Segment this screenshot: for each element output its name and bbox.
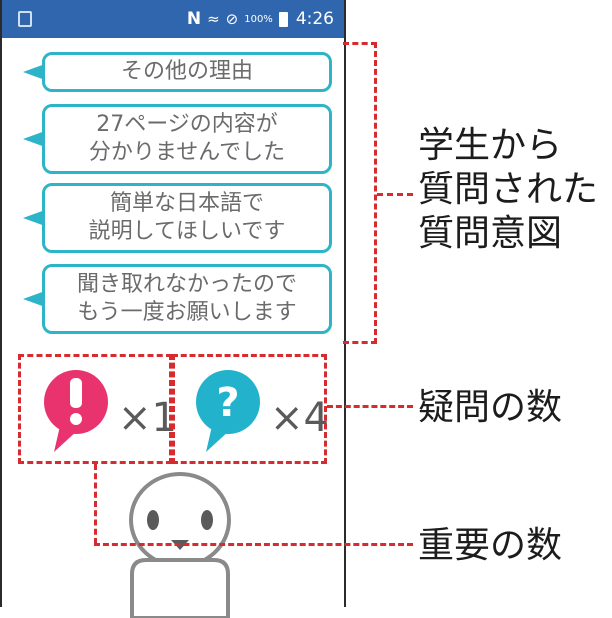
question-highlight xyxy=(172,354,327,464)
bubble-line: 聞き取れなかったので xyxy=(76,272,297,297)
bubble-tail xyxy=(23,64,45,80)
important-highlight xyxy=(18,354,172,464)
wifi-icon: ≈ xyxy=(207,10,220,28)
notification-icon xyxy=(18,11,32,27)
intent-connector xyxy=(377,193,413,196)
status-bar: N ≈ ⊘ 100% 4:26 xyxy=(2,0,344,38)
reason-bubble-other[interactable]: その他の理由 xyxy=(23,52,332,92)
battery-percent: 100% xyxy=(244,13,273,25)
phone-screen: N ≈ ⊘ 100% 4:26 その他の理由 27ページの内容が 分かりませんで… xyxy=(0,0,346,618)
question-count-annotation: 疑問の数 xyxy=(418,387,563,428)
important-count-annotation: 重要の数 xyxy=(418,525,563,566)
important-connector-vertical xyxy=(94,464,97,544)
bubble-line: もう一度お願いします xyxy=(77,300,297,325)
question-connector xyxy=(327,405,413,408)
reason-bubble-repeat[interactable]: 聞き取れなかったので もう一度お願いします xyxy=(23,264,332,334)
status-indicators: N ≈ ⊘ 100% 4:26 xyxy=(187,8,334,30)
bubble-tail xyxy=(23,131,45,147)
bubble-tail xyxy=(23,291,45,307)
bubble-line: 27ページの内容が xyxy=(96,112,278,137)
reason-bubble-simple-japanese[interactable]: 簡単な日本語で 説明してほしいです xyxy=(23,183,332,253)
bubble-line: 説明してほしいです xyxy=(88,219,286,244)
intent-annotation: 学生から 質問された 質問意図 xyxy=(418,124,598,256)
annotation-line: 質問意図 xyxy=(418,213,563,254)
annotation-line: 質問された xyxy=(418,169,599,210)
important-connector xyxy=(94,543,413,546)
annotation-line: 学生から xyxy=(418,125,563,166)
bubble-tail xyxy=(23,210,45,226)
bubble-line: その他の理由 xyxy=(120,59,253,84)
battery-icon xyxy=(278,11,288,27)
bubble-line: 分かりませんでした xyxy=(88,140,286,165)
do-not-disturb-icon: ⊘ xyxy=(225,10,239,28)
intent-bracket xyxy=(343,42,377,344)
reason-bubble-page-content[interactable]: 27ページの内容が 分かりませんでした xyxy=(23,104,332,174)
nfc-icon: N xyxy=(186,9,202,29)
bubble-line: 簡単な日本語で xyxy=(109,191,264,216)
clock: 4:26 xyxy=(295,9,334,29)
robot-body xyxy=(130,558,230,618)
